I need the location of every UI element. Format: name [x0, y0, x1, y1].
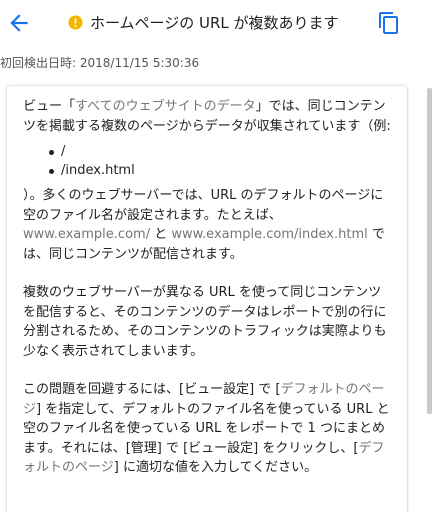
warning-icon: [68, 15, 83, 30]
list-item: /: [49, 142, 393, 161]
app-header: ホームページの URL が複数あります: [0, 0, 435, 46]
issue-detail-card: ビュー「すべてのウェブサイトのデータ」では、同じコンテンツを掲載する複数のページ…: [7, 86, 407, 512]
copy-icon: [379, 12, 398, 34]
paragraph-impact: 複数のウェブサーバーが異なる URL を使って同じコンテンツを配信すると、そのコ…: [23, 285, 387, 359]
example-index-url-link[interactable]: www.example.com/index.html: [171, 227, 367, 242]
arrow-back-icon: [10, 14, 28, 32]
list-item: /index.html: [49, 161, 393, 180]
copy-button[interactable]: [377, 10, 401, 36]
view-link[interactable]: すべてのウェブサイトのデータ: [75, 99, 256, 114]
paragraph-intro: ビュー「すべてのウェブサイトのデータ」では、同じコンテンツを掲載する複数のページ…: [23, 99, 391, 134]
back-button[interactable]: [6, 10, 32, 36]
paragraph-fix: この問題を回避するには、[ビュー設定] で [デフォルトのページ] を指定して、…: [23, 382, 390, 475]
paragraph-explanation: ）。多くのウェブサーバーでは、URL のデフォルトのページに空のファイル名が設定…: [23, 188, 385, 262]
issue-description: ビュー「すべてのウェブサイトのデータ」では、同じコンテンツを掲載する複数のページ…: [23, 97, 393, 478]
first-detected-timestamp: 初回検出日時: 2018/11/15 5:30:36: [0, 56, 200, 70]
example-url-list: / /index.html: [49, 142, 393, 180]
example-url-link[interactable]: www.example.com/: [23, 227, 150, 242]
scrollbar-thumb[interactable]: [427, 88, 432, 414]
page-title: ホームページの URL が複数あります: [90, 14, 339, 32]
